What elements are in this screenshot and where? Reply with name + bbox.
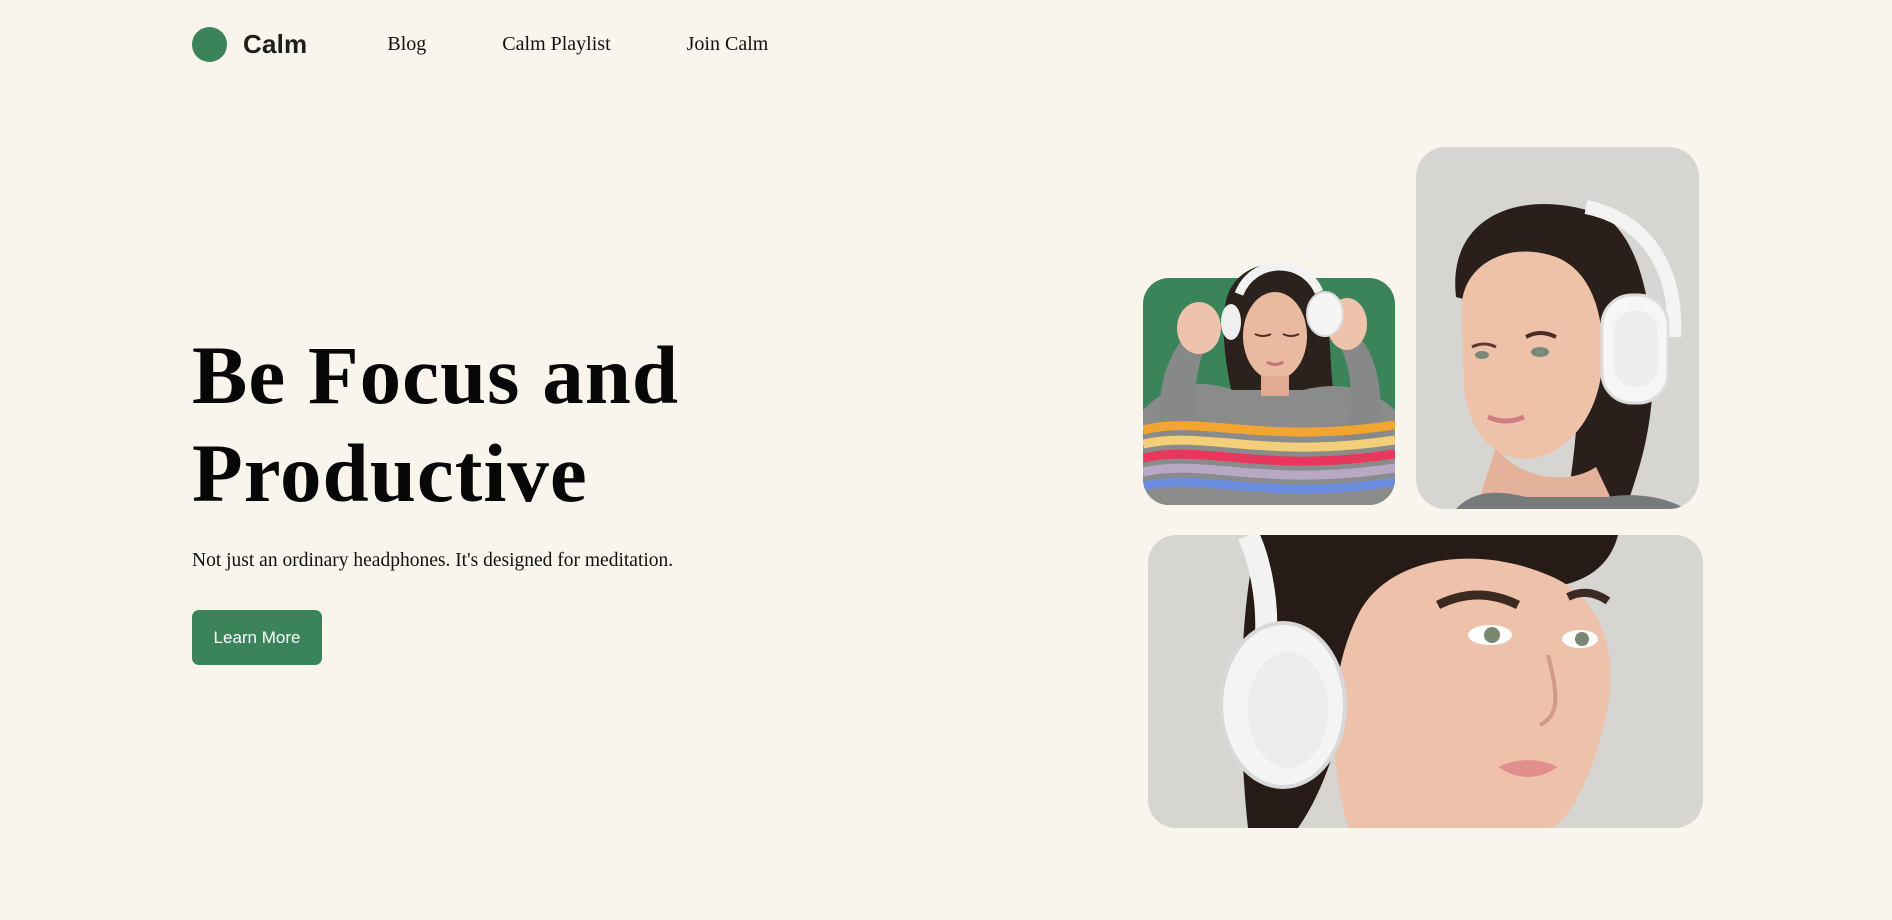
brand-name[interactable]: Calm xyxy=(243,29,307,60)
learn-more-button[interactable]: Learn More xyxy=(192,610,322,665)
nav-link-calm-playlist[interactable]: Calm Playlist xyxy=(502,33,610,56)
photo-woman-holding-headphones xyxy=(1143,240,1395,505)
hero-subtitle: Not just an ordinary headphones. It's de… xyxy=(192,550,674,571)
nav-link-blog[interactable]: Blog xyxy=(387,33,426,56)
logo-mark-icon[interactable] xyxy=(192,26,227,62)
site-header: Calm Blog Calm Playlist Join Calm xyxy=(192,24,844,64)
main-nav: Blog Calm Playlist Join Calm xyxy=(387,33,844,56)
photo-woman-closeup xyxy=(1148,535,1703,828)
hero-title: Be Focus and Productive xyxy=(192,329,680,519)
nav-link-join-calm[interactable]: Join Calm xyxy=(687,33,769,56)
photo-woman-profile xyxy=(1416,147,1699,509)
